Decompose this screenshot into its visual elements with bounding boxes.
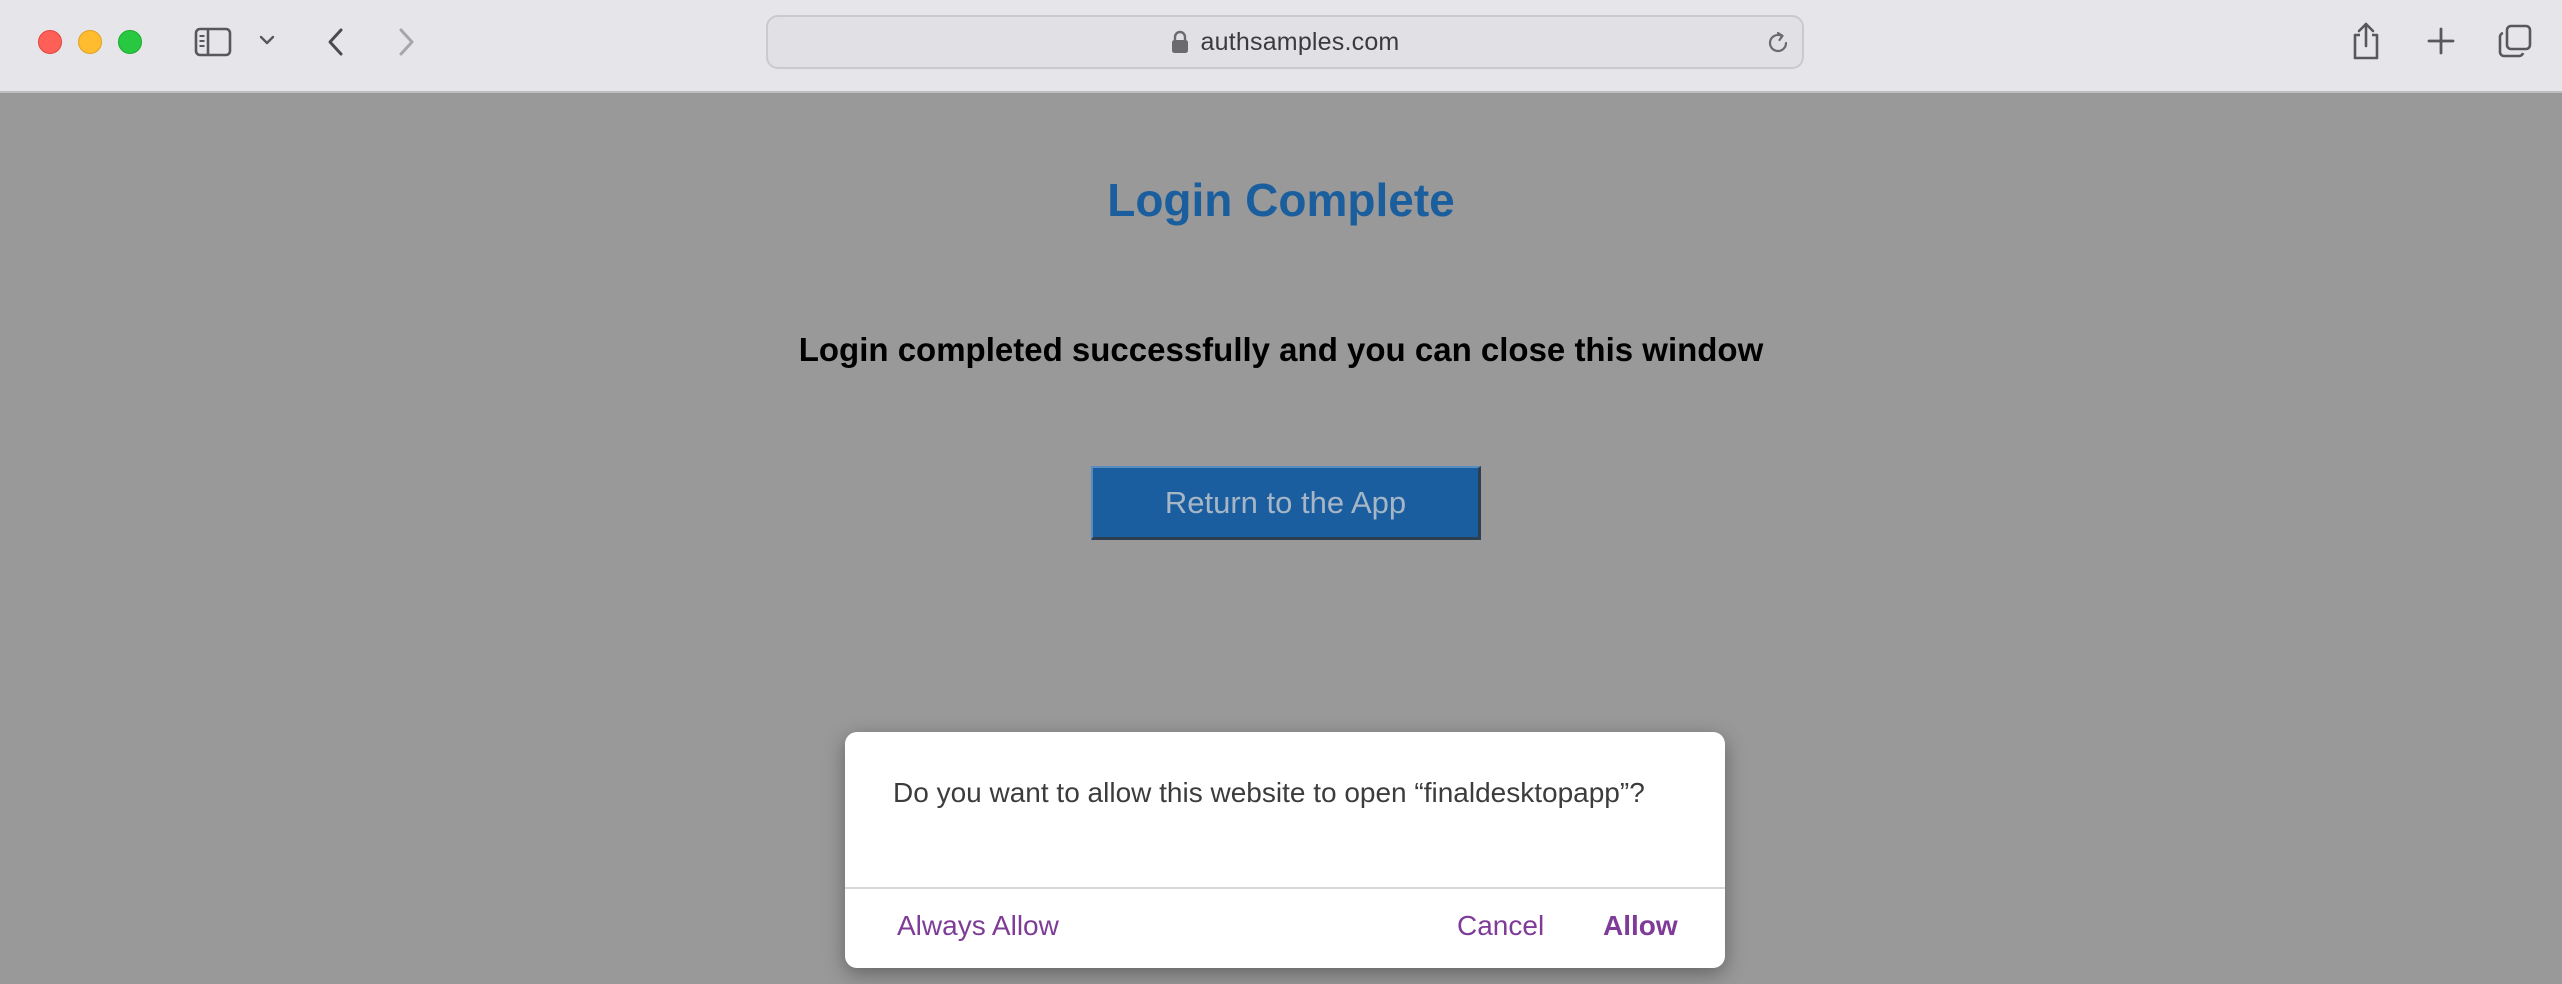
success-message: Login completed successfully and you can… xyxy=(798,331,1764,368)
sidebar-icon[interactable] xyxy=(192,23,234,61)
close-window-button[interactable] xyxy=(38,30,62,54)
always-allow-button[interactable]: Always Allow xyxy=(897,910,1059,942)
tabs-overview-icon[interactable] xyxy=(2495,21,2535,61)
open-app-dialog: Do you want to allow this website to ope… xyxy=(845,732,1725,968)
dialog-divider xyxy=(845,887,1725,889)
address-bar[interactable]: authsamples.com xyxy=(766,15,1804,69)
url-text: authsamples.com xyxy=(1200,27,1400,56)
lock-icon xyxy=(1171,30,1189,54)
page-title: Login Complete xyxy=(1107,174,1455,226)
dialog-message: Do you want to allow this website to ope… xyxy=(893,777,1645,808)
chevron-down-icon[interactable] xyxy=(255,28,279,52)
cancel-button[interactable]: Cancel xyxy=(1457,910,1544,942)
plus-icon[interactable] xyxy=(2422,22,2460,60)
browser-toolbar: authsamples.com xyxy=(0,0,2562,93)
reload-icon[interactable] xyxy=(1764,29,1792,57)
chevron-right-icon[interactable] xyxy=(392,22,422,62)
share-icon[interactable] xyxy=(2346,19,2386,63)
zoom-window-button[interactable] xyxy=(118,30,142,54)
minimize-window-button[interactable] xyxy=(78,30,102,54)
return-to-app-button[interactable]: Return to the App xyxy=(1091,466,1481,540)
chevron-left-icon[interactable] xyxy=(320,22,350,62)
allow-button[interactable]: Allow xyxy=(1603,910,1678,942)
